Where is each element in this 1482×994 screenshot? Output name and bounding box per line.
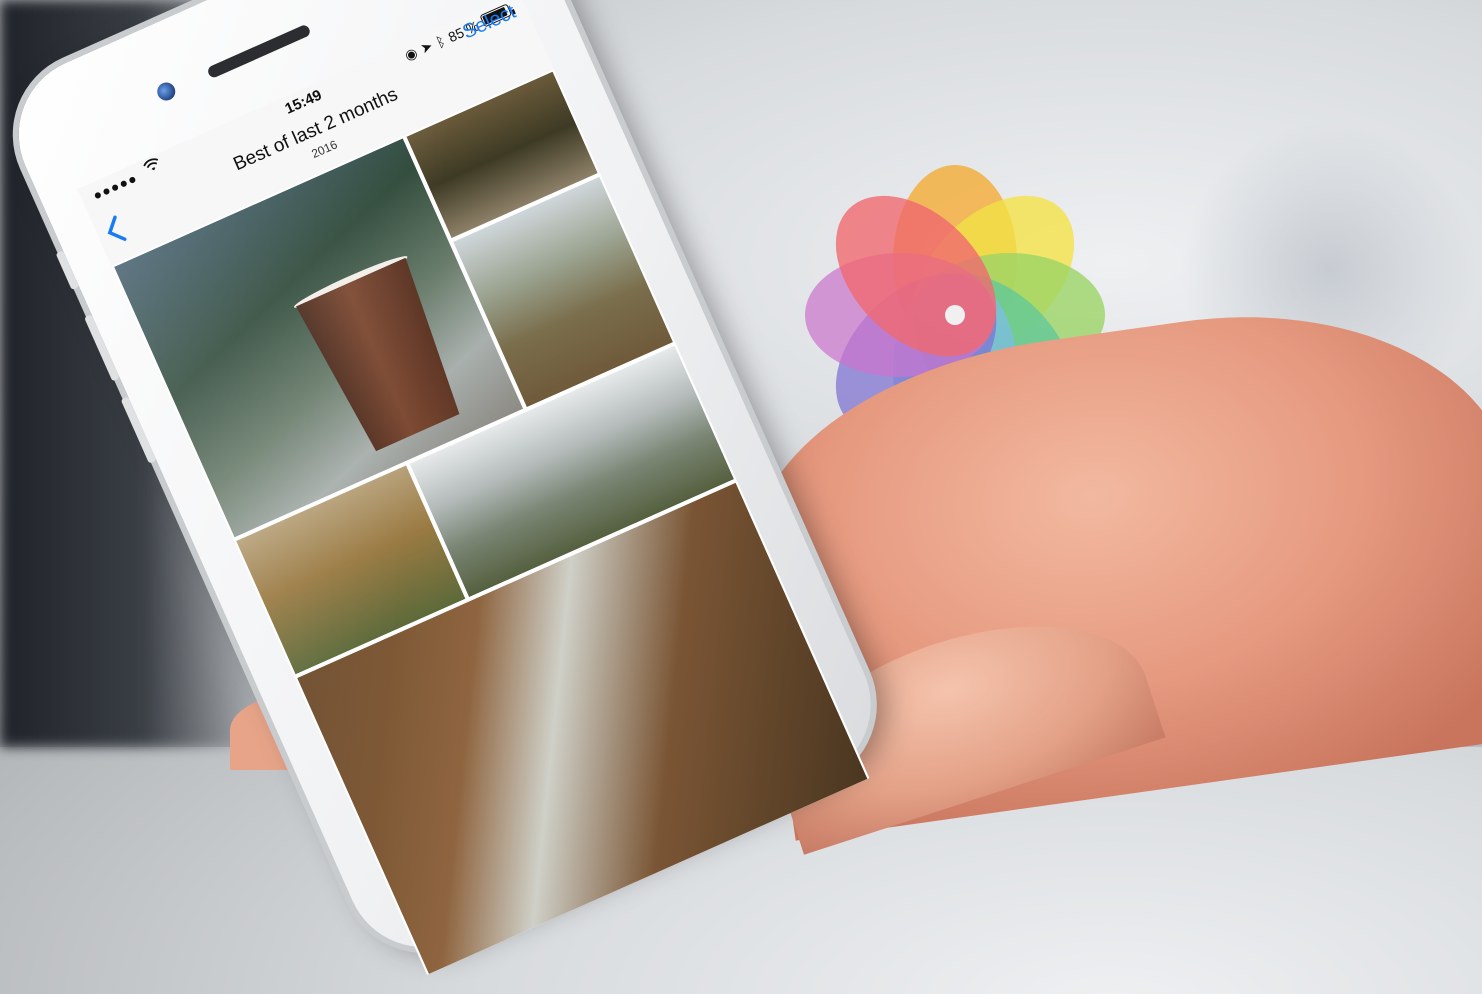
- earpiece-speaker: [206, 23, 312, 80]
- bluetooth-icon: ᛒ: [433, 32, 448, 51]
- location-icon: ➤: [417, 37, 436, 57]
- front-camera: [154, 79, 179, 104]
- screen: ●●●●● 15:49 ◉ ➤ ᛒ 85 % Best of last 2 mo…: [77, 0, 870, 975]
- logo-center: [945, 305, 965, 325]
